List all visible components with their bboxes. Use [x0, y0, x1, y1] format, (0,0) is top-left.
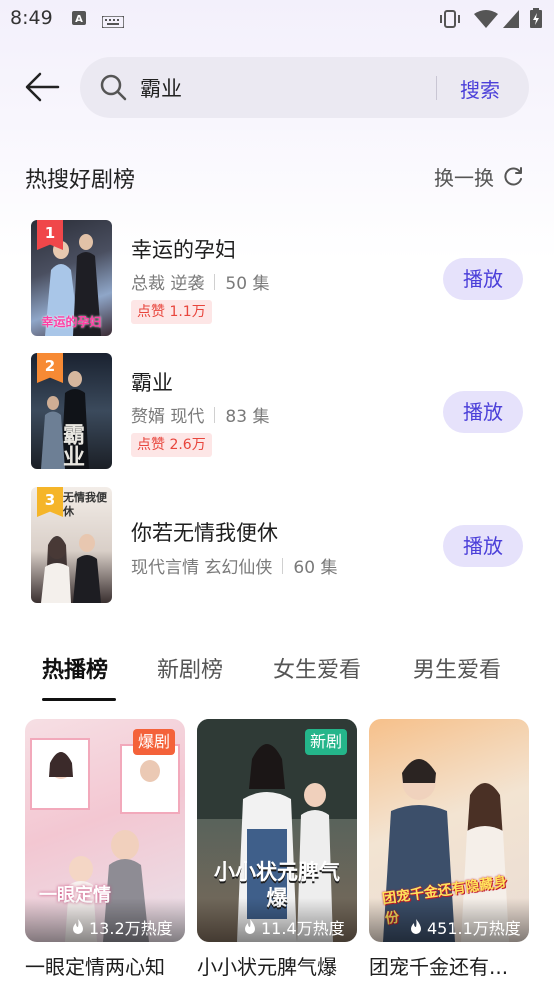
card-title[interactable]: 小小状元脾气爆: [197, 951, 357, 980]
active-tab-indicator: [42, 698, 116, 701]
play-button[interactable]: 播放: [443, 525, 523, 567]
status-bar: 8:49 A: [0, 0, 554, 38]
search-box: 搜索: [80, 57, 529, 118]
keyboard-icon: [101, 13, 125, 32]
episode-count: 60 集: [293, 558, 338, 578]
signal-icon: [503, 10, 519, 32]
heat-count: 451.1万热度: [369, 898, 529, 942]
svg-text:A: A: [75, 14, 83, 25]
card-cover[interactable]: 团宠千金还有隐藏身份 451.1万热度: [369, 719, 529, 942]
rank-cover[interactable]: 幸运的孕妇 1: [31, 220, 112, 336]
cover-title: 霸业: [59, 423, 84, 467]
back-button[interactable]: [22, 66, 64, 108]
episode-count: 83 集: [225, 407, 270, 427]
rank-item-1[interactable]: 幸运的孕妇 1 幸运的孕妇 总裁 逆袭 50 集 点赞 1.1万 播放: [0, 220, 554, 338]
heat-count: 11.4万热度: [197, 898, 357, 942]
drama-tags: 总裁 逆袭: [131, 274, 205, 294]
card-title[interactable]: 一眼定情两心知: [25, 951, 185, 980]
cover-title: 无情我便休: [63, 491, 107, 518]
search-input[interactable]: [140, 71, 440, 105]
category-tabs: 热播榜 新剧榜 女生爱看 男生爱看: [0, 652, 554, 702]
tab-hot[interactable]: 热播榜: [42, 652, 108, 684]
play-button[interactable]: 播放: [443, 258, 523, 300]
drama-title[interactable]: 霸业: [131, 367, 173, 397]
refresh-icon: [504, 166, 522, 185]
flame-icon: [73, 919, 83, 934]
episode-count: 50 集: [225, 274, 270, 294]
wifi-icon: [474, 10, 498, 32]
search-icon: [98, 72, 128, 106]
hot-section-title: 热搜好剧榜: [25, 168, 136, 193]
arrow-left-icon: [25, 72, 60, 102]
heat-value: 451.1万热度: [427, 919, 521, 938]
vibrate-icon: [438, 10, 462, 32]
rank-item-2[interactable]: 霸业 2 霸业 赘婿 现代 83 集 点赞 2.6万 播放: [0, 353, 554, 471]
heat-value: 13.2万热度: [89, 919, 173, 938]
card-cover[interactable]: 小小状元脾气爆 新剧 11.4万热度: [197, 719, 357, 942]
drama-tags: 赘婿 现代: [131, 407, 205, 427]
meta-divider: [214, 273, 216, 290]
refresh-button[interactable]: 换一换: [434, 162, 524, 191]
meta-divider: [282, 557, 284, 574]
battery-icon: [530, 8, 542, 32]
refresh-label: 换一换: [434, 166, 494, 190]
drama-meta: 总裁 逆袭 50 集: [131, 269, 269, 294]
drama-meta: 赘婿 现代 83 集: [131, 402, 269, 427]
hot-badge: 爆剧: [132, 729, 175, 755]
tab-female[interactable]: 女生爱看: [273, 652, 361, 684]
drama-title[interactable]: 你若无情我便休: [131, 517, 278, 547]
like-badge: 点赞 1.1万: [131, 300, 212, 324]
heat-count: 13.2万热度: [25, 898, 185, 942]
like-badge: 点赞 2.6万: [131, 433, 212, 457]
rank-item-3[interactable]: 无情我便休 3 你若无情我便休 现代言情 玄幻仙侠 60 集 播放: [0, 487, 554, 605]
card-cover[interactable]: 一眼定情 爆剧 13.2万热度: [25, 719, 185, 942]
flame-icon: [245, 919, 255, 934]
card-title[interactable]: 团宠千金还有...: [369, 951, 529, 980]
drama-tags: 现代言情 玄幻仙侠: [131, 558, 273, 578]
text-input-icon: A: [72, 10, 86, 30]
rank-cover[interactable]: 无情我便休 3: [31, 487, 112, 603]
heat-value: 11.4万热度: [261, 919, 345, 938]
new-badge: 新剧: [304, 729, 347, 755]
drama-title[interactable]: 幸运的孕妇: [131, 234, 236, 264]
status-time: 8:49: [10, 7, 53, 29]
rank-cover[interactable]: 霸业 2: [31, 353, 112, 469]
meta-divider: [214, 406, 216, 423]
search-divider: [436, 76, 437, 100]
drama-meta: 现代言情 玄幻仙侠 60 集: [131, 553, 337, 578]
search-button[interactable]: 搜索: [460, 74, 500, 103]
cover-title: 幸运的孕妇: [41, 315, 102, 329]
flame-icon: [411, 919, 421, 934]
play-button[interactable]: 播放: [443, 391, 523, 433]
tab-new[interactable]: 新剧榜: [157, 652, 223, 684]
tab-male[interactable]: 男生爱看: [413, 652, 501, 684]
